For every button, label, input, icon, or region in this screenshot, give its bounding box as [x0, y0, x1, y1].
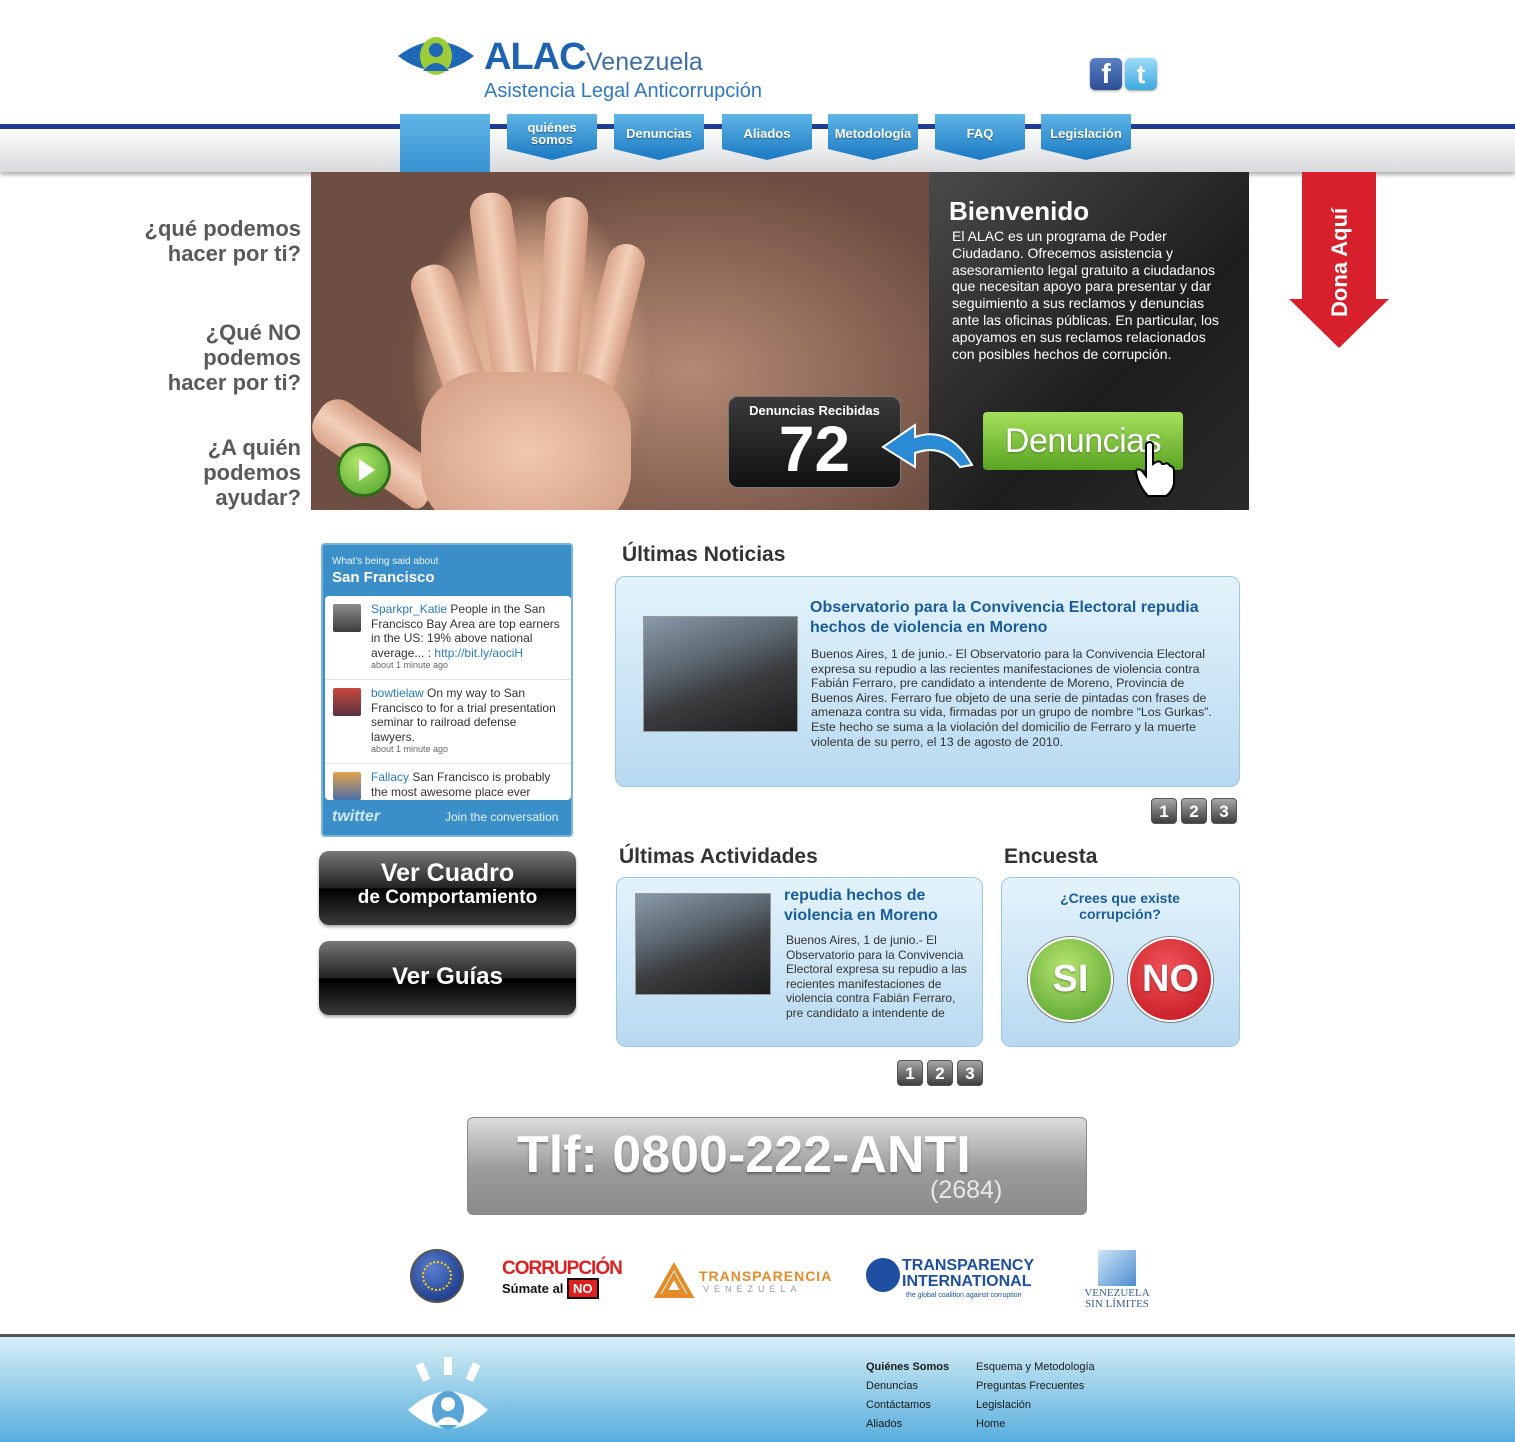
alac-eye-logo-icon — [398, 37, 474, 75]
actividades-title: Últimas Actividades — [619, 845, 818, 868]
footer-link-legislacion[interactable]: Legislación — [976, 1399, 1031, 1411]
avatar — [333, 688, 361, 716]
vsl-line2: SIN LÍMITES — [1085, 1298, 1149, 1310]
vsl-logo-icon — [1098, 1250, 1136, 1286]
tweet: bowtielaw On my way to San Francisco to … — [325, 680, 571, 764]
tweet: Fallacy San Francisco is probably the mo… — [325, 764, 571, 800]
encuesta-title: Encuesta — [1004, 845, 1098, 868]
actividades-photo[interactable] — [635, 893, 771, 995]
footer-link-aliados[interactable]: Aliados — [866, 1418, 902, 1430]
actividades-body: Buenos Aires, 1 de junio.- El Observator… — [786, 933, 967, 1020]
footer-link-home[interactable]: Home — [976, 1418, 1005, 1430]
tweet-time: about 1 minute ago — [371, 660, 449, 671]
footer-link-quienes-somos[interactable]: Quiénes Somos — [866, 1361, 949, 1373]
actividades-headline[interactable]: repudia hechos de violencia en Moreno — [784, 886, 974, 926]
noticias-page-1[interactable]: 1 — [1151, 798, 1177, 824]
footer — [0, 1334, 1515, 1442]
noticias-title: Últimas Noticias — [622, 543, 786, 566]
poll-yes-button[interactable]: SI — [1028, 937, 1113, 1022]
corrupcion-logo-line2: Súmate al NO — [502, 1278, 622, 1299]
eu-logo-icon[interactable] — [410, 1249, 464, 1303]
actividades-page-3[interactable]: 3 — [957, 1060, 983, 1086]
tweet: Sparkpr_Katie People in the San Francisc… — [325, 596, 571, 680]
corrupcion-logo[interactable]: CORRUPCIÓN Súmate al NO — [502, 1258, 623, 1299]
facebook-icon[interactable]: f — [1090, 58, 1122, 90]
welcome-text: El ALAC es un programa de Poder Ciudadan… — [952, 228, 1219, 362]
twitter-feed[interactable]: Sparkpr_Katie People in the San Francisc… — [325, 596, 571, 800]
twitter-widget-city: San Francisco — [332, 569, 435, 586]
hand-cursor-icon — [1134, 441, 1175, 497]
brand-tagline: Asistencia Legal Anticorrupción — [484, 80, 762, 102]
avatar — [333, 772, 361, 800]
corrupcion-logo-line1: CORRUPCIÓN — [502, 1258, 623, 1279]
play-icon — [358, 459, 375, 481]
ti-name-line1: TRANSPARENCY — [902, 1257, 1035, 1274]
twitter-icon[interactable]: t — [1125, 58, 1157, 90]
donate-ribbon[interactable]: Dona Aquí — [1289, 172, 1389, 348]
poll-no-button[interactable]: NO — [1128, 937, 1213, 1022]
footer-link-contactamos[interactable]: Contáctamos — [866, 1399, 931, 1411]
tweet-link[interactable]: http://bit.ly/aociH — [434, 646, 523, 660]
ti-tagline: the global coalition against corruption — [906, 1292, 1022, 1299]
corrupcion-logo-no: NO — [567, 1278, 599, 1299]
play-button[interactable] — [337, 443, 391, 497]
tweet-user[interactable]: bowtielaw — [371, 686, 424, 700]
denuncias-counter: Denuncias Recibidas 72 — [728, 396, 901, 488]
ver-cuadro-line1: Ver Cuadro — [380, 859, 515, 887]
brand-name: ALAC — [484, 36, 587, 78]
side-question-a-quien[interactable]: ¿A quién podemos ayudar? — [161, 435, 301, 510]
donate-label: Dona Aquí — [1327, 207, 1352, 317]
welcome-title: Bienvenido — [949, 196, 1090, 226]
actividades-page-1[interactable]: 1 — [897, 1060, 923, 1086]
tweet-user[interactable]: Sparkpr_Katie — [371, 602, 447, 616]
twitter-logo[interactable]: twitter — [332, 808, 380, 826]
noticias-headline[interactable]: Observatorio para la Convivencia Elector… — [810, 598, 1210, 638]
side-question-que-no-podemos[interactable]: ¿Qué NO podemos hacer por ti? — [141, 320, 301, 395]
tweet-user[interactable]: Fallacy — [371, 770, 409, 784]
phone-number-digits: (2684) — [930, 1176, 1003, 1204]
actividades-page-2[interactable]: 2 — [927, 1060, 953, 1086]
phone-number: Tlf: 0800-222-ANTI — [517, 1126, 971, 1184]
ver-cuadro-button[interactable]: Ver Cuadro de Comportamiento — [319, 851, 576, 925]
twitter-widget-subtitle: What's being said about — [332, 556, 439, 567]
ti-globe-icon — [866, 1258, 900, 1292]
curved-arrow-icon — [881, 423, 974, 469]
twitter-join-link[interactable]: Join the conversation — [445, 810, 558, 824]
venezuela-sin-limites-logo[interactable]: VENEZUELA SIN LÍMITES — [1072, 1250, 1162, 1310]
encuesta-question: ¿Crees que existe corrupción? — [1060, 890, 1180, 922]
transparencia-name: TRANSPARENCIA — [699, 1268, 833, 1284]
noticias-body: Buenos Aires, 1 de junio.- El Observator… — [811, 647, 1212, 749]
counter-value: 72 — [778, 413, 851, 485]
ver-guias-button[interactable]: Ver Guías — [319, 941, 576, 1015]
noticias-photo[interactable] — [643, 616, 798, 732]
noticias-page-2[interactable]: 2 — [1181, 798, 1207, 824]
tweet-time: about 1 minute ago — [371, 744, 449, 755]
footer-link-preguntas[interactable]: Preguntas Frecuentes — [976, 1380, 1084, 1392]
brand-country: Venezuela — [586, 48, 703, 76]
noticias-page-3[interactable]: 3 — [1211, 798, 1237, 824]
ver-cuadro-line2: de Comportamiento — [357, 887, 538, 908]
avatar — [333, 604, 361, 632]
side-question-que-podemos[interactable]: ¿qué podemos hacer por ti? — [141, 216, 301, 266]
footer-eye-logo-icon — [408, 1357, 488, 1429]
ti-name-line2: INTERNATIONAL — [902, 1273, 1032, 1290]
transparencia-logo-icon — [653, 1262, 695, 1298]
footer-link-denuncias[interactable]: Denuncias — [866, 1380, 918, 1392]
footer-link-esquema[interactable]: Esquema y Metodología — [976, 1361, 1095, 1373]
transparencia-country: VENEZUELA — [703, 1284, 802, 1294]
